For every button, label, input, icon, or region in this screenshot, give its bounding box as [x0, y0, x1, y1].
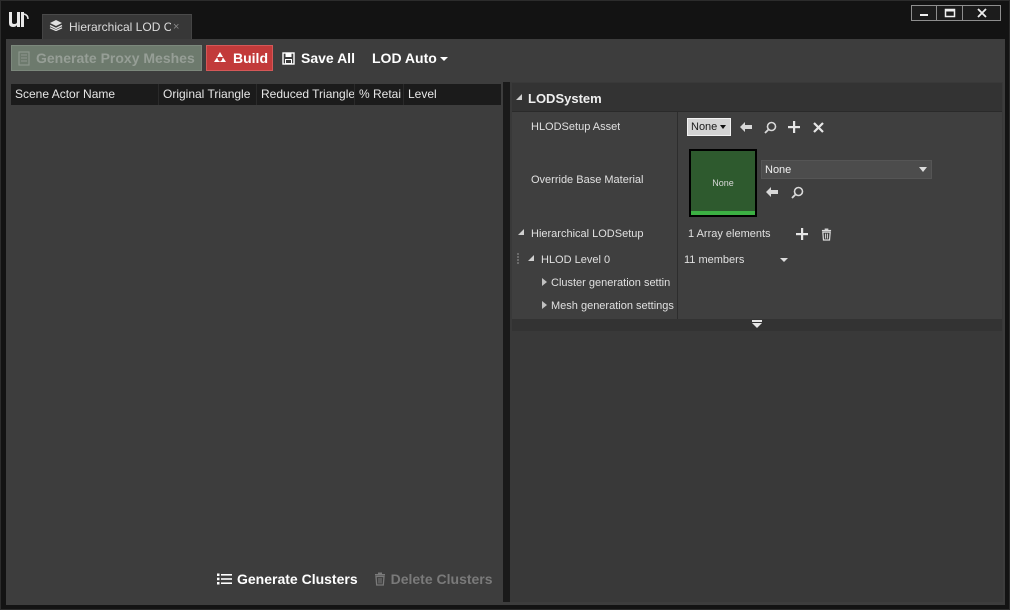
arrow-left-icon — [740, 122, 752, 132]
title-bar[interactable]: Hierarchical LOD O × — [1, 1, 1009, 39]
column-header-percent-retained[interactable]: % Retai — [355, 84, 404, 105]
build-label: Build — [233, 50, 268, 66]
cluster-list-header: Scene Actor Name Original Triangle Reduc… — [11, 84, 501, 105]
override-base-material-label: Override Base Material — [531, 174, 644, 186]
expanded-arrow-icon[interactable] — [528, 255, 534, 261]
expanded-arrow-icon[interactable] — [518, 229, 524, 235]
override-base-material-value: None — [765, 163, 792, 176]
list-icon — [217, 573, 232, 585]
create-asset-button[interactable] — [786, 119, 802, 135]
hlod-setup-asset-label: HLODSetup Asset — [531, 121, 621, 133]
generate-proxy-meshes-label: Generate Proxy Meshes — [36, 50, 195, 66]
tab-label: Hierarchical LOD O — [69, 20, 171, 34]
mesh-generation-settings-label[interactable]: Mesh generation settings — [551, 300, 676, 312]
hierarchical-lod-setup-label: Hierarchical LODSetup — [531, 228, 644, 240]
expand-down-icon — [752, 319, 762, 328]
search-icon — [790, 186, 803, 199]
window-controls — [911, 5, 1001, 21]
cluster-generation-settings-label[interactable]: Cluster generation settin — [551, 277, 676, 289]
panel-splitter[interactable] — [503, 82, 510, 602]
asset-type-color-bar — [691, 211, 755, 215]
delete-clusters-button[interactable]: Delete Clusters — [374, 571, 493, 587]
details-view: LODSystem HLODSetup Asset None Override … — [512, 83, 1002, 319]
use-selected-material-button[interactable] — [764, 184, 780, 200]
chevron-down-icon — [919, 167, 927, 172]
expanded-arrow-icon — [516, 94, 522, 100]
category-title: LODSystem — [528, 91, 602, 106]
remove-all-elements-button[interactable] — [818, 226, 834, 242]
main-content: Generate Proxy Meshes Build Save All LOD… — [6, 39, 1005, 605]
override-base-material-combo[interactable]: None — [761, 160, 932, 179]
hlod-level-members: 11 members — [684, 254, 745, 266]
add-array-element-button[interactable] — [794, 226, 810, 242]
category-lodsystem[interactable]: LODSystem — [512, 83, 1002, 112]
save-all-label: Save All — [301, 50, 355, 66]
name-value-splitter[interactable] — [677, 83, 678, 319]
column-header-level[interactable]: Level — [404, 84, 500, 105]
cluster-tree-panel: Scene Actor Name Original Triangle Reduc… — [10, 82, 502, 602]
trash-icon — [821, 228, 831, 241]
close-window-button[interactable] — [963, 5, 1001, 21]
tab-close-icon[interactable]: × — [173, 21, 179, 33]
column-header-scene-actor-name[interactable]: Scene Actor Name — [11, 84, 159, 105]
tab-hierarchical-lod[interactable]: Hierarchical LOD O × — [42, 14, 192, 39]
close-icon — [976, 8, 987, 18]
hlod-setup-asset-combo[interactable]: None — [687, 118, 731, 136]
close-icon — [812, 121, 824, 133]
material-thumbnail[interactable]: None — [689, 149, 757, 217]
hlod-setup-asset-value: None — [691, 121, 718, 133]
chevron-down-icon — [439, 57, 448, 61]
collapsed-arrow-icon[interactable] — [542, 278, 547, 286]
lod-auto-dropdown[interactable]: LOD Auto — [372, 45, 448, 71]
plus-icon — [788, 121, 800, 133]
unreal-logo-icon — [5, 6, 31, 32]
generate-clusters-label: Generate Clusters — [237, 571, 358, 587]
clear-asset-button[interactable] — [810, 119, 826, 135]
arrow-left-icon — [766, 187, 778, 197]
column-header-original-triangles[interactable]: Original Triangle — [159, 84, 257, 105]
hlod-outliner-window: Hierarchical LOD O × Generate Proxy Mesh… — [0, 0, 1010, 610]
minimize-button[interactable] — [911, 5, 937, 21]
maximize-icon — [944, 8, 955, 18]
layers-icon — [49, 18, 63, 36]
material-thumbnail-preview: None — [691, 151, 755, 215]
recycle-icon — [214, 52, 226, 62]
proxy-mesh-icon — [18, 50, 30, 66]
drag-handle-icon[interactable] — [517, 253, 523, 265]
plus-icon — [796, 228, 808, 240]
browse-asset-button[interactable] — [762, 119, 778, 135]
material-thumbnail-text: None — [712, 178, 734, 188]
delete-clusters-label: Delete Clusters — [390, 571, 493, 587]
collapsed-arrow-icon[interactable] — [542, 301, 547, 309]
generate-proxy-meshes-button[interactable]: Generate Proxy Meshes — [11, 45, 202, 71]
save-all-button[interactable]: Save All — [282, 45, 355, 71]
trash-icon — [374, 572, 385, 586]
browse-material-button[interactable] — [789, 184, 805, 200]
build-button[interactable]: Build — [206, 45, 273, 71]
show-advanced-toggle[interactable] — [512, 319, 1002, 331]
use-selected-asset-button[interactable] — [738, 119, 754, 135]
chevron-down-icon — [720, 125, 727, 129]
toolbar: Generate Proxy Meshes Build Save All LOD… — [6, 39, 1005, 79]
array-element-menu-button[interactable] — [776, 252, 792, 268]
column-header-reduced-triangles[interactable]: Reduced Triangle — [257, 84, 355, 105]
chevron-down-icon — [780, 258, 788, 262]
cluster-actions: Generate Clusters Delete Clusters — [217, 571, 493, 587]
lod-auto-label: LOD Auto — [372, 50, 437, 66]
hlod-level-label: HLOD Level 0 — [541, 254, 611, 266]
maximize-button[interactable] — [937, 5, 963, 21]
details-panel: LODSystem HLODSetup Asset None Override … — [510, 82, 1003, 602]
minimize-icon — [920, 14, 928, 16]
generate-clusters-button[interactable]: Generate Clusters — [217, 571, 358, 587]
array-elements-count: 1 Array elements — [688, 228, 771, 240]
save-icon — [282, 51, 295, 65]
search-icon — [763, 121, 776, 134]
